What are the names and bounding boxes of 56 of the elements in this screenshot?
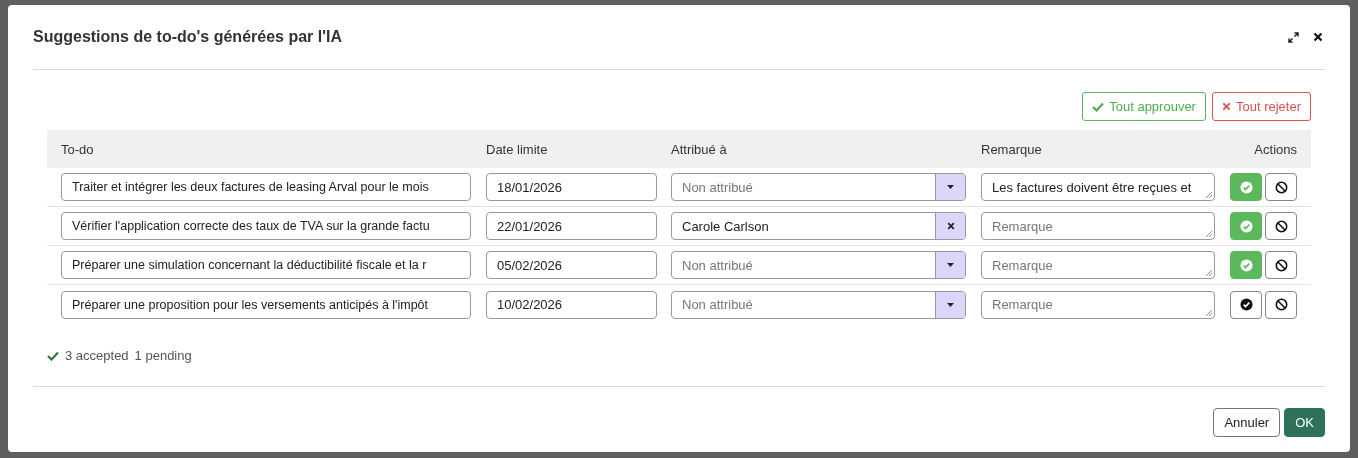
reject-all-button[interactable]: Tout rejeter <box>1211 92 1311 121</box>
ok-button[interactable]: OK <box>1284 408 1325 437</box>
ban-icon <box>1274 258 1288 272</box>
todo-field[interactable]: Traiter et intégrer les deux factures de leasing Arval pour le mois <box>61 173 471 201</box>
resize-handle-icon <box>1206 231 1212 237</box>
date-field[interactable]: 10/02/2026 <box>486 290 657 319</box>
assignee-select[interactable]: Non attribué <box>671 290 966 319</box>
resize-handle-icon <box>1206 309 1212 316</box>
ban-icon <box>1274 180 1288 194</box>
approve-button[interactable] <box>1230 290 1262 319</box>
resize-handle-icon <box>1206 270 1212 276</box>
caret-icon <box>947 185 954 189</box>
dialog-title: Suggestions de to-do's générées par l'IA <box>33 28 343 46</box>
caret-icon <box>947 263 954 267</box>
reject-button[interactable] <box>1265 212 1297 240</box>
close-button[interactable] <box>1311 30 1325 44</box>
resize-handle-icon <box>1206 192 1212 198</box>
date-field[interactable]: 18/01/2026 <box>486 173 657 201</box>
assignee-select[interactable]: Carole Carlson <box>671 212 966 240</box>
date-field[interactable]: 22/01/2026 <box>486 212 657 240</box>
column-header: Date limite <box>472 130 657 168</box>
close-icon <box>1313 32 1323 42</box>
caret-icon <box>947 302 954 307</box>
check-circle-icon <box>1239 298 1253 311</box>
column-header: Remarque <box>967 130 1215 168</box>
check-circle-icon <box>1239 219 1253 233</box>
close-icon <box>1221 102 1231 111</box>
expand-icon <box>1288 31 1299 43</box>
pending-count: 1 pending <box>134 348 192 363</box>
todo-field[interactable]: Préparer une proposition pour les versements anticipés à l'impôt <box>61 290 471 319</box>
remark-field[interactable]: Les factures doivent être reçues et <box>981 173 1215 201</box>
ban-icon <box>1274 219 1288 233</box>
expand-button[interactable] <box>1286 29 1301 45</box>
clear-button[interactable] <box>935 213 965 239</box>
date-field[interactable]: 05/02/2026 <box>486 251 657 279</box>
check-circle-icon <box>1239 180 1253 194</box>
reject-button[interactable] <box>1265 173 1297 201</box>
column-header: To-do <box>47 130 472 168</box>
remark-field[interactable]: Remarque <box>981 212 1215 240</box>
ban-icon <box>1274 298 1288 311</box>
column-header: Actions <box>1215 130 1311 168</box>
todo-field[interactable]: Vérifier l'application correcte des taux de TVA sur la grande factu <box>61 212 471 240</box>
remark-field[interactable]: Remarque <box>981 251 1215 279</box>
checkmark-icon <box>47 350 59 361</box>
check-circle-icon <box>1239 258 1253 272</box>
cancel-button[interactable]: Annuler <box>1213 408 1281 437</box>
remark-field[interactable]: Remarque <box>981 290 1215 319</box>
assignee-select[interactable]: Non attribué <box>671 251 966 279</box>
column-header: Attribué à <box>657 130 967 168</box>
reject-button[interactable] <box>1265 251 1297 279</box>
close-icon <box>946 222 955 230</box>
accepted-count: 3 accepted <box>65 348 129 363</box>
reject-button[interactable] <box>1265 290 1297 319</box>
todo-field[interactable]: Préparer une simulation concernant la déductibilité fiscale et la r <box>61 251 471 279</box>
checkmark-icon <box>1092 101 1105 112</box>
assignee-select[interactable]: Non attribué <box>671 173 966 201</box>
